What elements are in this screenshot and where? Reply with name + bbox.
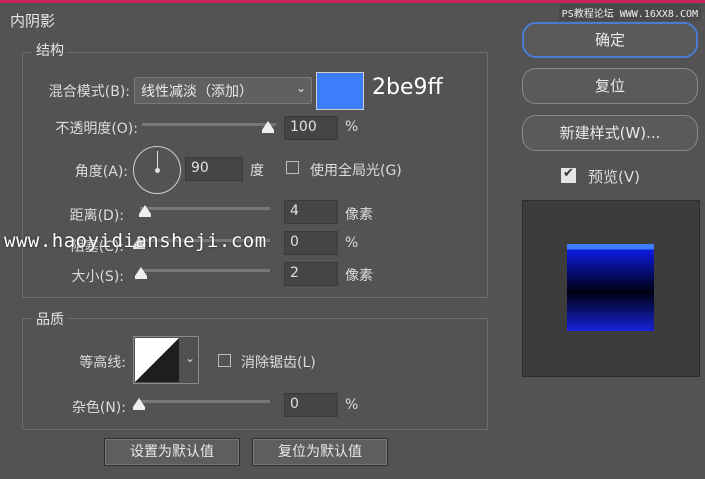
noise-label: 杂色(N): [71,400,126,416]
size-slider-thumb[interactable] [135,267,147,279]
opacity-label: 不透明度(O): [55,121,138,137]
opacity-slider-track[interactable] [142,123,276,126]
noise-input[interactable]: 0 [284,393,338,417]
opacity-slider-thumb[interactable] [262,121,274,133]
antialias-checkbox[interactable] [218,354,231,367]
structure-title: 结构 [32,40,68,60]
color-swatch[interactable] [316,72,364,110]
noise-slider-track[interactable] [140,400,270,403]
preview-label: 预览(V) [588,168,640,186]
preview-checkbox[interactable]: ✔ [561,166,576,183]
noise-slider-thumb[interactable] [133,398,145,410]
size-slider-track[interactable] [140,269,270,272]
section-title: 内阴影 [10,12,56,30]
preview-swatch [567,244,654,331]
site-watermark: PS教程论坛 WWW.16XX8.COM [558,4,701,21]
opacity-unit: % [345,119,359,135]
noise-unit: % [345,397,359,413]
distance-slider-thumb[interactable] [139,205,151,217]
size-input[interactable]: 2 [284,262,338,286]
reset-default-button[interactable]: 复位为默认值 [252,438,388,466]
angle-unit: 度 [250,163,264,179]
quality-title: 品质 [32,309,68,329]
window-top-bar [0,0,705,3]
make-default-button[interactable]: 设置为默认值 [104,438,240,466]
global-light-label: 使用全局光(G) [310,163,402,179]
check-icon: ✔ [563,166,574,181]
color-hex-annotation: 2be9ff [372,75,443,100]
preview-panel [522,200,700,377]
antialias-label: 消除锯齿(L) [241,355,316,371]
distance-slider-track[interactable] [140,207,270,210]
choke-unit: % [345,235,359,251]
blend-mode-select[interactable]: 线性减淡（添加） ⌄ [134,77,312,104]
contour-curve-icon [135,338,179,382]
chevron-down-icon: ⌄ [295,81,306,95]
new-style-button[interactable]: 新建样式(W)... [522,115,698,151]
size-unit: 像素 [345,268,373,284]
angle-input[interactable]: 90 [185,157,243,181]
size-label: 大小(S): [71,269,124,285]
chevron-down-icon: ⌄ [184,351,195,365]
url-watermark: www.haoyidiansheji.com [4,230,267,252]
contour-label: 等高线: [79,355,126,371]
angle-dial[interactable] [133,146,181,194]
ok-button[interactable]: 确定 [522,22,698,58]
distance-label: 距离(D): [69,208,124,224]
angle-dial-center [155,168,160,173]
distance-unit: 像素 [345,207,373,223]
blend-mode-value: 线性减淡（添加） [141,84,253,100]
global-light-checkbox[interactable] [286,161,299,174]
contour-picker[interactable]: ⌄ [133,336,199,384]
reset-button[interactable]: 复位 [522,68,698,104]
blend-mode-label: 混合模式(B): [48,84,130,100]
angle-label: 角度(A): [74,164,128,180]
opacity-input[interactable]: 100 [284,116,338,140]
distance-input[interactable]: 4 [284,200,338,224]
choke-input[interactable]: 0 [284,231,338,255]
